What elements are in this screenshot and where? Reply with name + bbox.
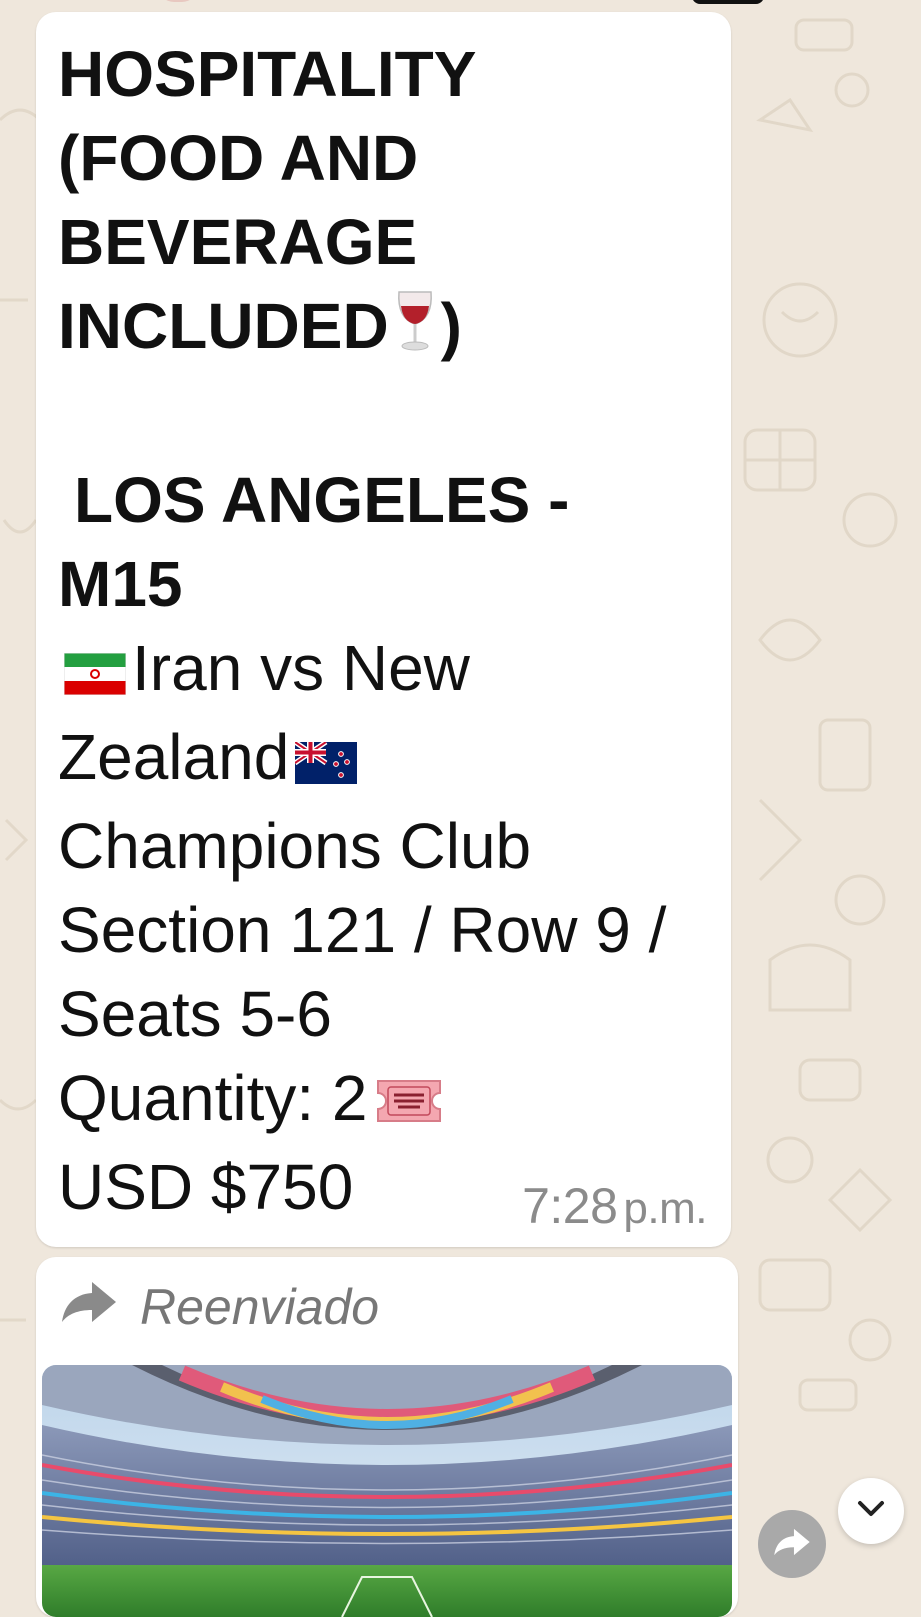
heading-line: (FOOD AND bbox=[58, 122, 419, 194]
quantity-line: Quantity: 2 bbox=[58, 1056, 711, 1145]
admit-one-ticket-icon bbox=[374, 1061, 444, 1145]
forwarded-label: Reenviado bbox=[60, 1277, 379, 1337]
forward-button[interactable] bbox=[758, 1510, 826, 1578]
location-line: Seats 5-6 bbox=[58, 978, 332, 1051]
quantity: Quantity: 2 bbox=[58, 1062, 368, 1135]
message-bubble[interactable]: HOSPITALITY (FOOD AND BEVERAGE INCLUDED)… bbox=[36, 12, 731, 1247]
heading-close-paren: ) bbox=[440, 290, 462, 362]
match-line-1: Iran vs New bbox=[58, 626, 711, 715]
match-code: M15 bbox=[58, 548, 183, 621]
location-line: Section 121 / Row 9 / bbox=[58, 894, 667, 967]
heading-line: HOSPITALITY bbox=[58, 38, 477, 110]
heading-line: BEVERAGE bbox=[58, 206, 418, 278]
forward-arrow-icon bbox=[773, 1527, 811, 1562]
scroll-to-bottom-button[interactable] bbox=[838, 1478, 904, 1544]
message-timestamp: 7:28 p.m. bbox=[522, 1177, 707, 1235]
stadium-photo[interactable] bbox=[42, 1365, 732, 1617]
forwarded-text: Reenviado bbox=[140, 1279, 380, 1335]
forward-arrow-icon bbox=[60, 1278, 118, 1336]
message-text: HOSPITALITY (FOOD AND BEVERAGE INCLUDED)… bbox=[58, 32, 711, 1229]
section-name: Champions Club bbox=[58, 810, 532, 883]
heading-line-with-emoji: INCLUDED) bbox=[58, 284, 711, 374]
new-zealand-flag-icon bbox=[293, 720, 358, 804]
status-notch bbox=[692, 0, 764, 4]
match-away: Zealand bbox=[58, 721, 290, 794]
timestamp-time: 7:28 bbox=[522, 1178, 618, 1234]
match-line-2: Zealand bbox=[58, 715, 711, 804]
heading-line: INCLUDED bbox=[58, 290, 389, 362]
match-home: Iran vs New bbox=[132, 632, 470, 705]
iran-flag-icon bbox=[63, 631, 127, 715]
timestamp-ampm: p.m. bbox=[623, 1184, 707, 1233]
wine-glass-icon bbox=[395, 288, 435, 374]
city-line: LOS ANGELES - bbox=[74, 464, 570, 537]
forwarded-message-bubble[interactable]: Reenviado bbox=[36, 1257, 738, 1617]
chevron-down-icon bbox=[856, 1499, 886, 1524]
